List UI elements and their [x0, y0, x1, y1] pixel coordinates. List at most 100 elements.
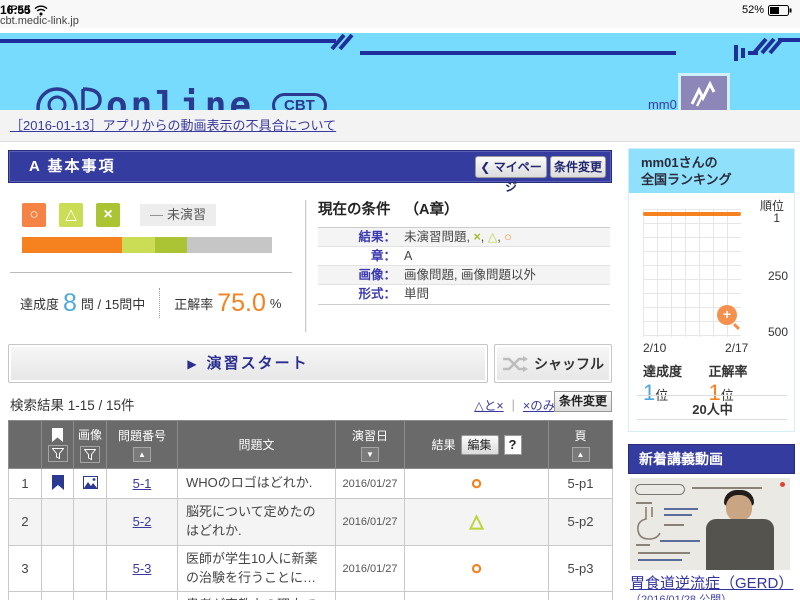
- condition-label: 形式：: [318, 285, 396, 304]
- rec-dot-icon: [780, 482, 785, 487]
- bookmark-icon: [52, 475, 64, 490]
- dash-icon: —: [150, 207, 163, 222]
- chevron-left-icon: ❮: [480, 160, 490, 174]
- ranking-title-line1: mm01さんの: [641, 154, 794, 171]
- filter-funnel-button[interactable]: [80, 446, 100, 463]
- results-count: 検索結果 1-15 / 15件: [10, 394, 135, 414]
- legend-unattempted-chip: —未演習: [140, 204, 216, 226]
- shuffle-icon: [502, 356, 528, 372]
- achieve-label: 達成度: [20, 294, 59, 313]
- practice-date: 2016/01/27: [336, 545, 405, 592]
- question-table: 画像 問題番号 ▲ 問題文 演習日 ▼: [8, 420, 613, 600]
- table-row: 1 5-1 WHOのロゴはどれか. 2016/01/27 ○ 5-p1: [9, 469, 613, 499]
- header-practice-date: 演習日 ▼: [336, 421, 405, 469]
- rate-unit: %: [270, 296, 282, 311]
- image-cell: [74, 592, 107, 600]
- start-practice-button[interactable]: ▶演習スタート: [8, 344, 488, 383]
- condition-value: A: [404, 247, 412, 265]
- filter-triangle-cross[interactable]: △と×: [474, 395, 503, 414]
- sort-ascending-button[interactable]: ▲: [572, 447, 590, 462]
- bookmark-cell[interactable]: [42, 469, 74, 499]
- header-question-number: 問題番号 ▲: [107, 421, 178, 469]
- bookmark-cell[interactable]: [42, 545, 74, 592]
- conditions-title-text: 現在の条件: [318, 202, 391, 218]
- practice-date: 2016/01/27: [336, 469, 405, 499]
- section-bar: A 基本事項 ❮ マイページ 条件変更: [8, 150, 612, 183]
- new-videos-header: 新着講義動画: [628, 444, 795, 474]
- legend-cross-icon: ×: [96, 203, 120, 227]
- header-page-label: 頁: [574, 427, 586, 444]
- site-header: online CBT QUESTION BANK mm01 ログアウト MEDI…: [0, 33, 800, 110]
- page: iPad 16:55 cbt.medic-link.jp 52%: [0, 0, 800, 600]
- page-ref: 5-p3: [549, 545, 613, 592]
- divider: [637, 419, 787, 420]
- practice-date: 2016/01/27: [336, 499, 405, 546]
- current-conditions-panel: 現在の条件（A章） 結果： 未演習問題, ×, △, ○ 章： A 画像： 画像…: [318, 198, 610, 305]
- progress-bar: [22, 237, 272, 253]
- battery-percent: 52%: [742, 4, 764, 16]
- sort-ascending-button[interactable]: ▲: [133, 447, 151, 462]
- achieve-unit: 問 / 15問中: [81, 294, 145, 313]
- circle-mark: ○: [504, 230, 512, 244]
- condition-label: 画像：: [318, 266, 396, 284]
- question-number-link[interactable]: 5-3: [133, 561, 152, 576]
- page-ref: 5-p1: [549, 469, 613, 499]
- video-caption-partial: （2016/01/28 公開）: [630, 591, 732, 600]
- question-text: 医師が学生10人に新薬の治験を行うことに…: [178, 545, 336, 592]
- rank-tick-500: 500: [768, 325, 788, 339]
- question-number-link[interactable]: 5-2: [133, 514, 152, 529]
- question-text: 患者が宗教上の理由で手術の: [178, 592, 336, 600]
- table-row: 4 5-4 患者が宗教上の理由で手術の 2016/01/27 × 5-p4: [9, 592, 613, 600]
- filter-funnel-button[interactable]: [48, 445, 68, 462]
- magnifier-plus-icon[interactable]: +: [717, 305, 737, 325]
- header-page: 頁 ▲: [549, 421, 613, 469]
- filter-cross-only[interactable]: ×のみ: [523, 395, 555, 414]
- bookmark-cell[interactable]: [42, 499, 74, 546]
- rank-rate-label: 正解率: [708, 361, 747, 380]
- stats-line: 達成度 8 問 / 15問中 正解率 75.0 %: [20, 288, 300, 318]
- separator: |: [512, 398, 515, 412]
- change-conditions-button-mid[interactable]: 条件変更: [554, 391, 612, 412]
- divider: [159, 288, 160, 318]
- condition-row-image: 画像： 画像問題, 画像問題以外: [318, 266, 610, 285]
- progress-segment-triangle: [122, 237, 155, 253]
- rank-achieve-label: 達成度: [643, 361, 682, 380]
- sort-descending-button[interactable]: ▼: [361, 447, 379, 462]
- video-title-link[interactable]: 胃食道逆流症（GERD）: [630, 572, 793, 593]
- ranking-title: mm01さんの 全国ランキング: [629, 149, 794, 193]
- header-result: 結果 編集 ?: [405, 421, 549, 469]
- rate-label: 正解率: [174, 294, 213, 313]
- sidebar: mm01さんの 全国ランキング 順位 1 250 500 + 2/10 2/17…: [628, 148, 795, 432]
- change-conditions-button-top[interactable]: 条件変更: [550, 156, 606, 178]
- result-circle-mark: ○: [471, 473, 482, 493]
- condition-row-format: 形式： 単問: [318, 285, 610, 304]
- header-result-label: 結果: [431, 436, 455, 453]
- rank-line-series: [643, 212, 741, 216]
- shuffle-button[interactable]: シャッフル: [494, 344, 612, 383]
- progress-segment-correct: [22, 237, 122, 253]
- result-triangle-mark: △: [470, 511, 484, 531]
- ranking-title-line2: 全国ランキング: [641, 171, 794, 188]
- mypage-button[interactable]: ❮ マイページ: [475, 156, 547, 178]
- edit-button[interactable]: 編集: [461, 435, 499, 455]
- conditions-chapter: （A章）: [405, 202, 459, 218]
- image-cell[interactable]: [74, 469, 107, 499]
- news-bar: ［2016-01-13］アプリからの動画表示の不具合について: [0, 110, 800, 142]
- header-date-label: 演習日: [352, 427, 388, 444]
- video-thumbnail[interactable]: [630, 478, 790, 570]
- image-cell: [74, 545, 107, 592]
- divider: [305, 200, 307, 332]
- help-button[interactable]: ?: [504, 435, 522, 455]
- page-ref: 5-p4: [549, 592, 613, 600]
- rank-xtick-start: 2/10: [643, 341, 666, 355]
- funnel-icon: [84, 449, 96, 460]
- achieve-value: 8: [63, 289, 77, 318]
- bookmark-cell[interactable]: [42, 592, 74, 600]
- ranking-card: mm01さんの 全国ランキング 順位 1 250 500 + 2/10 2/17…: [628, 148, 795, 432]
- page-ref: 5-p2: [549, 499, 613, 546]
- question-number-link[interactable]: 5-1: [133, 476, 152, 491]
- news-notice-link[interactable]: ［2016-01-13］アプリからの動画表示の不具合について: [10, 110, 336, 141]
- row-number: 1: [9, 469, 42, 499]
- person-face: [726, 495, 752, 521]
- condition-row-chapter: 章： A: [318, 247, 610, 266]
